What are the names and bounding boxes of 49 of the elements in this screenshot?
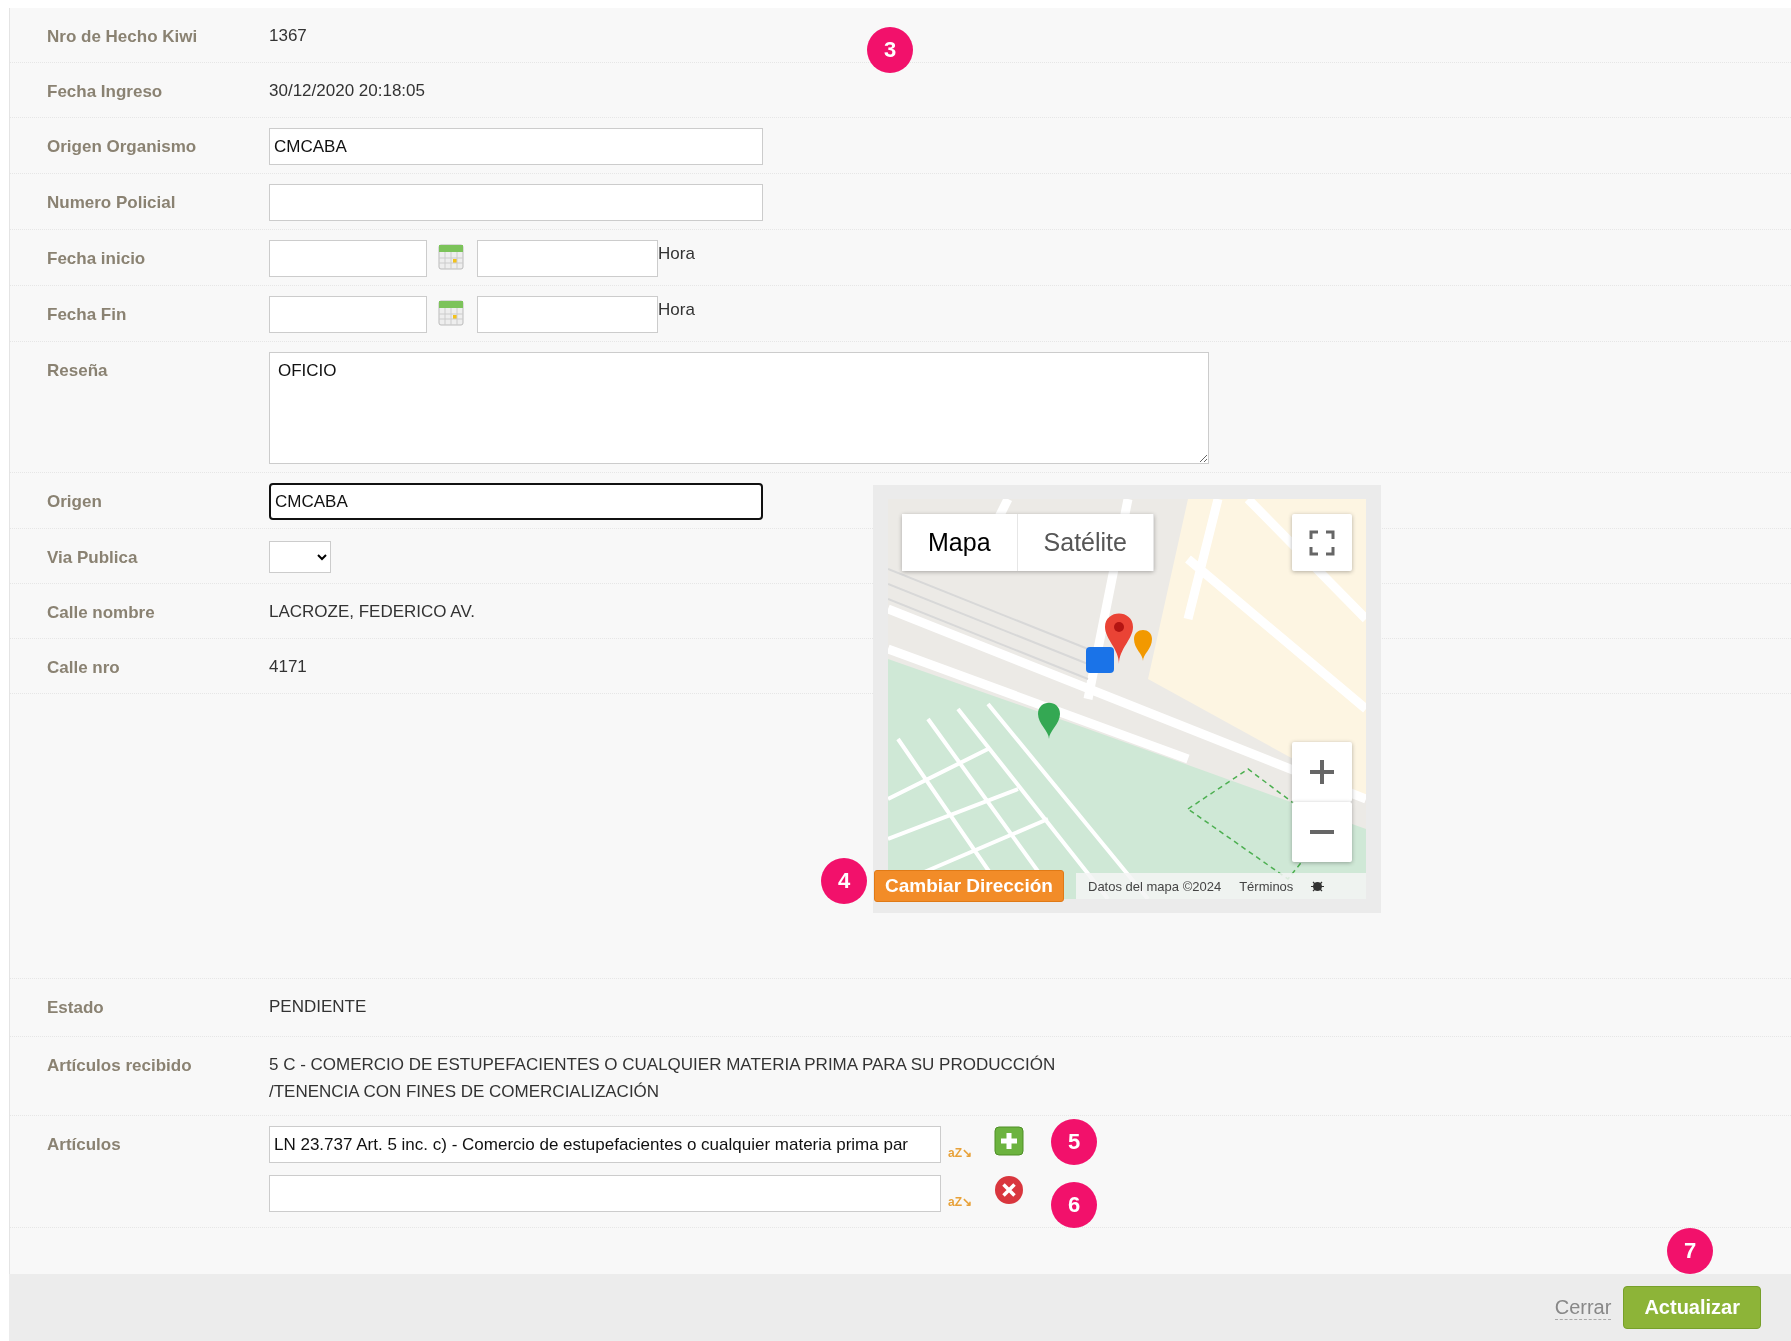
dropdown-select[interactable] [269,541,331,573]
map-attribution: Datos del mapa ©2024 [1088,878,1222,894]
field-value: LACROZE, FEDERICO AV. [269,601,475,623]
add-icon[interactable] [994,1126,1024,1156]
field-value: 30/12/2020 20:18:05 [269,80,425,102]
field-value: PENDIENTE [269,996,367,1018]
article-input[interactable] [269,1175,941,1212]
field-label: Nro de Hecho Kiwi [47,26,199,47]
fullscreen-icon [1309,529,1335,556]
bug-icon[interactable] [1311,879,1325,893]
field-value: 1367 [269,25,307,47]
time-input[interactable] [477,240,658,277]
time-label: Hora [658,300,695,320]
field-label: Reseña [47,360,109,381]
field-label: Numero Policial [47,192,177,213]
zoom-in-button[interactable] [1292,742,1352,802]
field-label: Artículos recibido [47,1055,193,1076]
map-type-tab[interactable]: Satélite [1017,514,1154,571]
zoom-out-button[interactable] [1292,802,1352,862]
date-input[interactable] [269,240,427,277]
field-label: Via Publica [47,547,139,568]
terms-link[interactable]: Términos [1239,878,1294,894]
text-input[interactable]: CMCABA [269,483,763,520]
field-label: Artículos [47,1134,122,1155]
time-input[interactable] [477,296,658,333]
field-value: 5 C - COMERCIO DE ESTUPEFACIENTES O CUALQUIER MATERIA PRIMA PARA SU PRODUCCIÓN [269,1054,1056,1076]
field-label: Calle nro [47,657,121,678]
field-label: Origen Organismo [47,136,198,157]
field-label: Fecha Ingreso [47,81,164,102]
calendar-icon[interactable] [438,298,464,326]
minus-icon [1309,829,1335,835]
fullscreen-button[interactable] [1292,514,1352,571]
article-input[interactable]: LN 23.737 Art. 5 inc. c) - Comercio de estupefacientes o cualquier materia prima par [269,1126,941,1163]
field-value: 4171 [269,656,307,678]
field-label: Origen [47,491,103,512]
field-label: Estado [47,997,105,1018]
field-value: /TENENCIA CON FINES DE COMERCIALIZACIÓN [269,1081,661,1103]
date-input[interactable] [269,296,427,333]
field-label: Fecha inicio [47,248,147,269]
remove-icon[interactable] [994,1175,1024,1205]
plus-icon [1309,759,1335,785]
field-label: Fecha Fin [47,304,128,325]
description-textarea[interactable]: OFICIO [269,352,1209,464]
text-input[interactable] [269,184,763,221]
calendar-icon[interactable] [438,242,464,270]
text-input[interactable]: CMCABA [269,128,763,165]
field-label: Calle nombre [47,602,156,623]
time-label: Hora [658,244,695,264]
map-type-tab[interactable]: Mapa [902,514,1018,571]
